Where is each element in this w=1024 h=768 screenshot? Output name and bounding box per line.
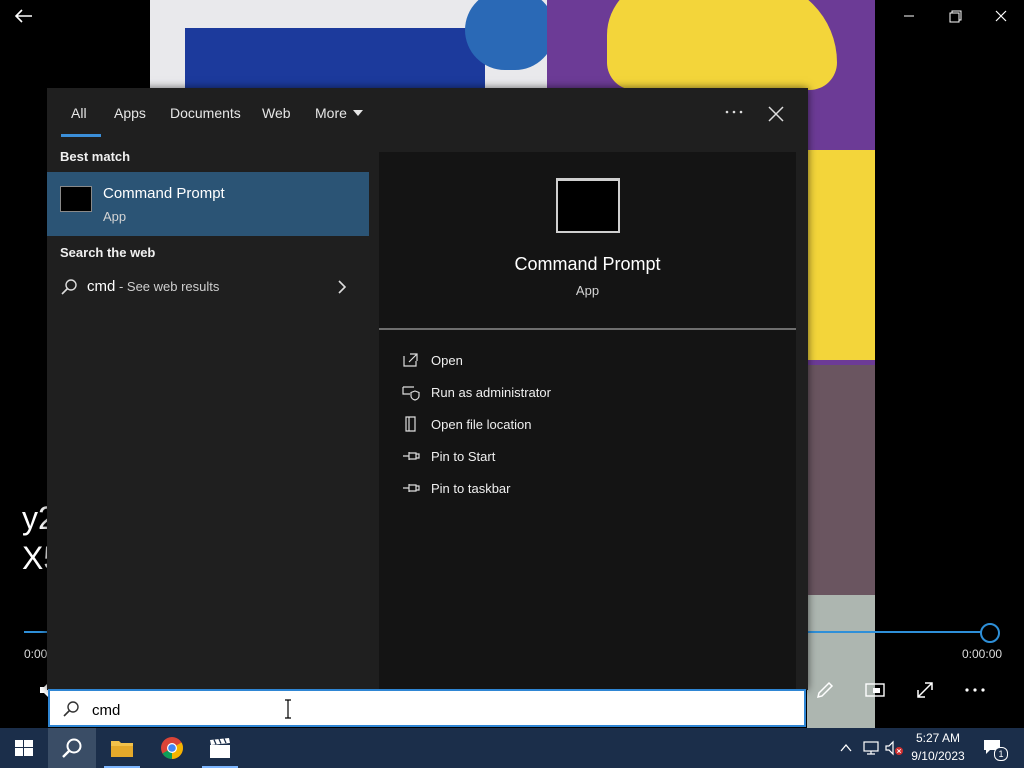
divider — [379, 328, 796, 330]
video-panel — [807, 595, 875, 728]
preview-type: App — [575, 283, 600, 298]
network-icon[interactable] — [862, 739, 880, 757]
action-open[interactable]: Open — [401, 346, 781, 376]
taskbar-chrome[interactable] — [148, 728, 196, 768]
clock-time[interactable]: 5:27 AM — [903, 731, 973, 745]
action-run-as-admin[interactable]: Run as administrator — [401, 378, 781, 408]
close-window-icon[interactable] — [984, 4, 1018, 28]
clapperboard-icon — [210, 738, 230, 758]
action-label: Open file location — [431, 417, 532, 432]
action-open-file-location[interactable]: Open file location — [401, 410, 781, 440]
best-match-heading: Best match — [60, 149, 131, 164]
search-icon — [61, 279, 77, 295]
taskbar-search-button[interactable] — [48, 728, 96, 768]
action-pin-to-taskbar[interactable]: Pin to taskbar — [401, 474, 781, 504]
result-title: Command Prompt — [103, 185, 225, 202]
pin-icon — [403, 484, 420, 492]
text-cursor-icon — [285, 699, 291, 719]
search-input[interactable] — [90, 698, 694, 722]
web-query: cmd — [87, 278, 116, 295]
preview-pane: Command Prompt App Open Run as administr… — [379, 152, 796, 690]
mini-view-icon[interactable] — [864, 679, 886, 701]
start-button[interactable] — [0, 728, 48, 768]
search-tab-bar: All Apps Documents Web More — [47, 88, 808, 140]
tab-more[interactable]: More — [315, 105, 363, 121]
search-icon — [62, 738, 82, 758]
windows-logo-icon — [15, 740, 33, 756]
elapsed-time: 0:00 — [24, 647, 48, 661]
active-tab-indicator — [61, 134, 101, 137]
taskbar-movies-tv[interactable] — [196, 728, 244, 768]
search-icon — [63, 701, 79, 717]
file-location-icon — [405, 416, 416, 432]
taskbar: 5:27 AM 9/10/2023 1 — [0, 728, 1024, 768]
web-result-text: cmd - See web results — [87, 278, 219, 295]
more-options-icon[interactable] — [964, 679, 986, 701]
caret-down-icon — [352, 110, 363, 116]
volume-muted-icon[interactable] — [884, 739, 904, 757]
taskbar-file-explorer[interactable] — [98, 728, 146, 768]
action-label: Open — [431, 353, 463, 368]
close-icon[interactable] — [766, 104, 786, 124]
chevron-up-icon[interactable] — [838, 740, 854, 756]
fullscreen-icon[interactable] — [914, 679, 936, 701]
edit-pencil-icon[interactable] — [814, 679, 836, 701]
preview-title: Command Prompt — [514, 254, 661, 274]
restore-icon[interactable] — [938, 4, 972, 28]
minimize-icon[interactable] — [892, 4, 926, 28]
command-prompt-icon — [60, 186, 92, 212]
tab-documents[interactable]: Documents — [170, 105, 241, 121]
web-search-result[interactable]: cmd - See web results — [47, 270, 369, 302]
best-match-result[interactable]: Command Prompt App — [47, 172, 369, 236]
video-panel — [150, 0, 555, 108]
action-center-button[interactable]: 1 — [982, 736, 1008, 761]
shield-icon — [402, 386, 420, 401]
action-label: Pin to Start — [431, 449, 496, 464]
tab-web[interactable]: Web — [262, 105, 291, 121]
back-arrow-icon[interactable] — [10, 5, 38, 27]
total-time: 0:00:00 — [962, 647, 1003, 661]
chevron-right-icon[interactable] — [335, 279, 349, 295]
tab-more-label: More — [315, 105, 347, 121]
action-pin-to-start[interactable]: Pin to Start — [401, 442, 781, 472]
action-label: Run as administrator — [431, 385, 551, 400]
web-result-suffix: - See web results — [115, 279, 220, 294]
chrome-icon — [161, 737, 183, 759]
search-flyout: All Apps Documents Web More Best match C… — [47, 88, 808, 690]
pin-icon — [403, 452, 420, 460]
seek-thumb[interactable] — [980, 623, 1000, 643]
more-options-icon[interactable] — [722, 104, 746, 120]
open-icon — [403, 353, 418, 367]
video-panel — [807, 365, 875, 605]
tab-apps[interactable]: Apps — [114, 105, 146, 121]
folder-icon — [111, 741, 133, 757]
notification-count-badge: 1 — [994, 747, 1008, 761]
clock-date[interactable]: 9/10/2023 — [903, 749, 973, 763]
tab-all[interactable]: All — [71, 105, 87, 121]
result-type: App — [103, 209, 127, 224]
action-label: Pin to taskbar — [431, 481, 511, 496]
search-box[interactable] — [48, 689, 806, 727]
command-prompt-icon — [556, 178, 620, 233]
search-web-heading: Search the web — [60, 245, 156, 260]
